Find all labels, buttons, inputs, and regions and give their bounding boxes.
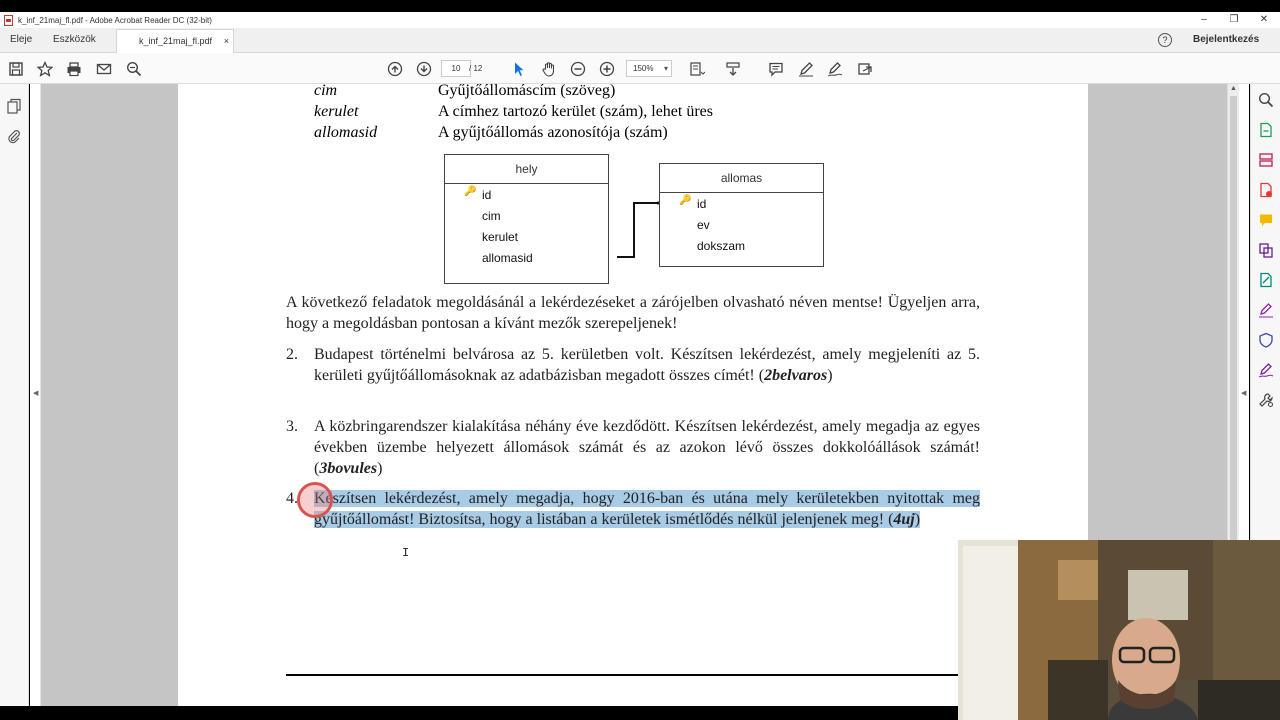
more-tools-icon[interactable] xyxy=(1258,392,1274,408)
task-close: ) xyxy=(827,367,833,384)
zoom-out-icon[interactable] xyxy=(569,60,586,77)
task-number: 2. xyxy=(286,346,298,363)
task-close: ) xyxy=(377,460,383,477)
field-desc: Gyűjtőállomáscím (szöveg) xyxy=(438,84,616,99)
task-text: A közbringarendszer kialakítása néhány é… xyxy=(314,416,980,479)
left-navigation-pane xyxy=(0,84,29,720)
bookmark-star-icon[interactable] xyxy=(36,60,53,77)
attachment-icon[interactable] xyxy=(6,128,23,145)
diagram-table-title: allomas xyxy=(660,164,823,193)
page-rule xyxy=(286,674,986,676)
minimize-button[interactable]: – xyxy=(1188,12,1220,28)
title-bar: k_inf_21maj_fl.pdf - Adobe Acrobat Reade… xyxy=(0,12,1280,28)
task-text: Budapest történelmi belvárosa az 5. kerü… xyxy=(314,344,980,386)
protect-icon[interactable] xyxy=(1258,332,1274,348)
hand-icon[interactable] xyxy=(540,60,557,77)
fill-sign-icon[interactable] xyxy=(1258,302,1274,318)
tab-tools[interactable]: Eszközök xyxy=(53,28,96,52)
pdf-file-icon xyxy=(4,14,13,26)
page-total: / 12 xyxy=(469,64,483,73)
left-pane-toggle[interactable]: ◀ xyxy=(30,84,41,720)
email-icon[interactable] xyxy=(95,60,112,77)
query-name: 2belvaros xyxy=(764,367,828,384)
comment-icon[interactable] xyxy=(767,60,784,77)
diagram-field: ev xyxy=(697,218,710,232)
export-pdf-icon[interactable] xyxy=(1258,122,1274,138)
relationship-connector xyxy=(617,201,660,258)
combine-files-icon[interactable] xyxy=(1258,242,1274,258)
diagram-table-title: hely xyxy=(445,155,608,184)
tab-bar: Eleje Eszközök k_inf_21maj_fl.pdf × ? Be… xyxy=(0,28,1280,53)
tab-document[interactable]: k_inf_21maj_fl.pdf × xyxy=(116,29,234,53)
share-icon[interactable] xyxy=(856,60,873,77)
screen-top-border xyxy=(0,0,1280,12)
webcam-overlay xyxy=(958,540,1280,720)
comment-icon[interactable] xyxy=(1258,212,1274,228)
text-cursor-icon: I xyxy=(402,546,410,560)
sign-pen-icon[interactable] xyxy=(1258,362,1274,378)
task-body: A közbringarendszer kialakítása néhány é… xyxy=(314,418,980,477)
edit-pdf-icon[interactable] xyxy=(1258,272,1274,288)
fit-page-icon[interactable] xyxy=(688,60,705,77)
page-down-icon[interactable] xyxy=(415,60,432,77)
key-icon: 🔑 xyxy=(679,195,692,206)
diagram-field: allomasid xyxy=(482,251,533,265)
task-text-selected[interactable]: Készítsen lekérdezést, amely megadja, ho… xyxy=(314,488,980,530)
diagram-table-hely: hely 🔑 id cim kerulet allomasid xyxy=(444,154,609,284)
close-tab-button[interactable]: × xyxy=(224,30,229,52)
key-icon: 🔑 xyxy=(464,186,477,197)
diagram-field: id xyxy=(482,188,492,202)
pdf-page: cim Gyűjtőállomáscím (szöveg) kerulet A … xyxy=(178,84,1088,706)
help-icon[interactable]: ? xyxy=(1158,33,1172,47)
field-name: allomasid xyxy=(314,124,378,141)
search-zoom-icon[interactable] xyxy=(125,60,142,77)
zoom-in-icon[interactable] xyxy=(598,60,615,77)
create-pdf-icon[interactable] xyxy=(1258,182,1274,198)
click-indicator xyxy=(297,482,333,518)
diagram-field: id xyxy=(697,197,707,211)
webcam-image xyxy=(958,540,1280,720)
instructions-paragraph: A következő feladatok megoldásánál a lek… xyxy=(286,294,980,332)
save-icon[interactable] xyxy=(7,60,24,77)
sign-icon[interactable] xyxy=(826,60,843,77)
tab-home[interactable]: Eleje xyxy=(10,28,32,52)
select-arrow-icon[interactable] xyxy=(510,60,527,77)
field-name: kerulet xyxy=(314,103,359,120)
close-window-button[interactable]: ✕ xyxy=(1248,12,1280,28)
sign-in-button[interactable]: Bejelentkezés xyxy=(1193,28,1259,52)
collapse-left-icon: ◀ xyxy=(33,390,39,397)
print-icon[interactable] xyxy=(65,60,82,77)
task-number: 3. xyxy=(286,418,298,435)
search-icon[interactable] xyxy=(1258,92,1274,108)
field-desc: A címhez tartozó kerület (szám), lehet ü… xyxy=(438,103,713,120)
field-desc: A gyűjtőállomás azonosítója (szám) xyxy=(438,124,668,141)
field-name: cim xyxy=(314,84,338,99)
query-name: 4uj xyxy=(893,511,915,528)
scroll-mode-icon[interactable] xyxy=(724,60,741,77)
diagram-field: cim xyxy=(482,209,501,223)
page-number-input[interactable]: 10 xyxy=(441,60,471,77)
zoom-select[interactable]: 150% xyxy=(626,60,672,77)
page-up-icon[interactable] xyxy=(386,60,403,77)
collapse-right-icon: ◀ xyxy=(1241,390,1247,397)
highlight-pen-icon[interactable] xyxy=(797,60,814,77)
diagram-field: kerulet xyxy=(482,230,519,244)
window-title: k_inf_21maj_fl.pdf - Adobe Acrobat Reade… xyxy=(18,15,212,25)
query-name: 3bovules xyxy=(319,460,378,477)
toolbar: 10 / 12 150% xyxy=(0,53,1280,84)
diagram-field: dokszam xyxy=(697,239,746,253)
diagram-table-allomas: allomas 🔑 id ev dokszam xyxy=(659,163,824,267)
tab-document-label: k_inf_21maj_fl.pdf xyxy=(139,36,213,46)
organize-pages-icon[interactable] xyxy=(1258,152,1274,168)
pages-icon[interactable] xyxy=(6,98,23,115)
task-body: Készítsen lekérdezést, amely megadja, ho… xyxy=(314,490,980,528)
task-body: Budapest történelmi belvárosa az 5. kerü… xyxy=(314,346,980,384)
scroll-up-icon[interactable]: ▲ xyxy=(1230,85,1237,92)
task-close: ) xyxy=(914,511,921,528)
maximize-button[interactable]: ❐ xyxy=(1218,12,1250,28)
